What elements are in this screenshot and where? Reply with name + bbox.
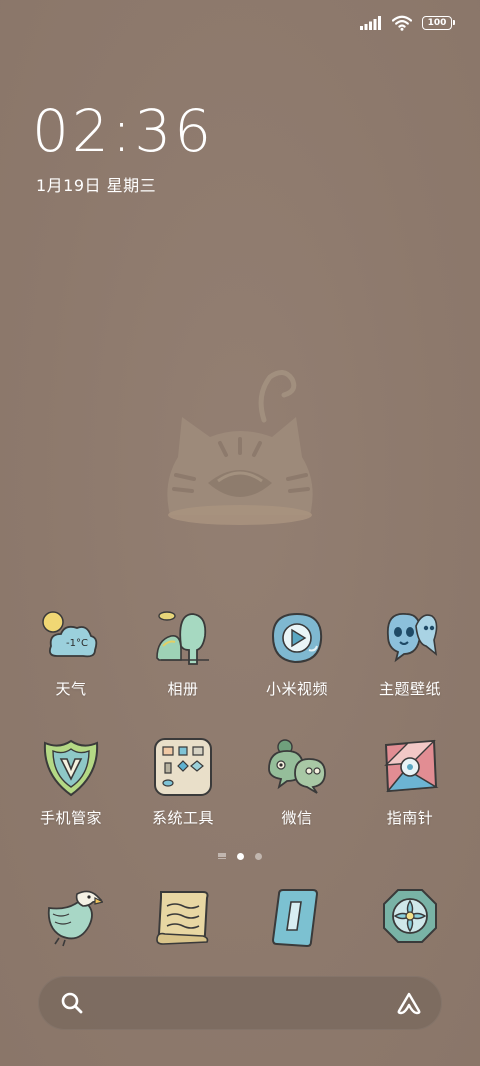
app-compass[interactable]: 指南针 (355, 735, 465, 828)
wifi-icon (392, 15, 412, 31)
gallery-icon (156, 611, 209, 665)
battery-icon: 100 (422, 16, 455, 30)
eagle-phone-icon (47, 890, 103, 947)
browser-icon (271, 889, 319, 948)
tools-icon (154, 738, 212, 796)
app-tools[interactable]: 系统工具 (128, 735, 238, 828)
battery-level: 100 (427, 17, 447, 28)
app-label: 相册 (167, 680, 199, 698)
wechat-icon (268, 739, 326, 794)
app-gallery[interactable]: 相册 (128, 606, 238, 699)
app-security[interactable]: 手机管家 (16, 735, 126, 828)
app-label: 手机管家 (39, 809, 102, 827)
app-video[interactable]: 小米视频 (242, 606, 352, 699)
weather-icon: -1°C (42, 611, 98, 658)
weather-temp-badge: -1°C (66, 638, 88, 649)
search-bar[interactable] (38, 976, 442, 1030)
clock-date[interactable]: 1月19日 星期三 (36, 172, 156, 196)
tiger-wallpaper-icon (167, 370, 313, 525)
app-label: 天气 (55, 680, 87, 698)
dock-app-phone[interactable] (16, 884, 126, 948)
compass-icon (384, 739, 439, 793)
minus-one-screen-indicator (218, 853, 226, 859)
app-wechat[interactable]: 微信 (242, 735, 352, 828)
page-indicator[interactable] (0, 851, 480, 861)
dock-app-browser[interactable] (242, 884, 352, 948)
signal-icon (360, 16, 381, 30)
app-label: 指南针 (386, 809, 434, 827)
themes-icon (386, 613, 438, 663)
home-screen: 100 02:36 1月19日 星期三 -1°C 天气 相册 小米视频 主题壁纸… (0, 0, 480, 1066)
video-icon (271, 612, 323, 664)
app-label: 微信 (281, 809, 313, 827)
security-icon (43, 739, 99, 797)
page-dot (255, 852, 262, 860)
status-icons: 100 (360, 14, 455, 32)
app-weather[interactable]: -1°C 天气 (16, 606, 126, 699)
status-bar: 100 (0, 0, 480, 44)
clock-time[interactable]: 02:36 (32, 102, 214, 160)
dock-app-messages[interactable] (128, 884, 238, 948)
dock-app-camera[interactable] (355, 884, 465, 948)
app-label: 小米视频 (265, 680, 328, 698)
search-icon[interactable] (60, 991, 84, 1015)
app-themes[interactable]: 主题壁纸 (355, 606, 465, 699)
app-label: 系统工具 (151, 809, 214, 827)
assistant-icon[interactable] (396, 991, 422, 1015)
camera-icon (383, 889, 437, 943)
scroll-messages-icon (156, 891, 209, 945)
app-label: 主题壁纸 (378, 680, 441, 698)
page-dot-active (237, 852, 244, 860)
